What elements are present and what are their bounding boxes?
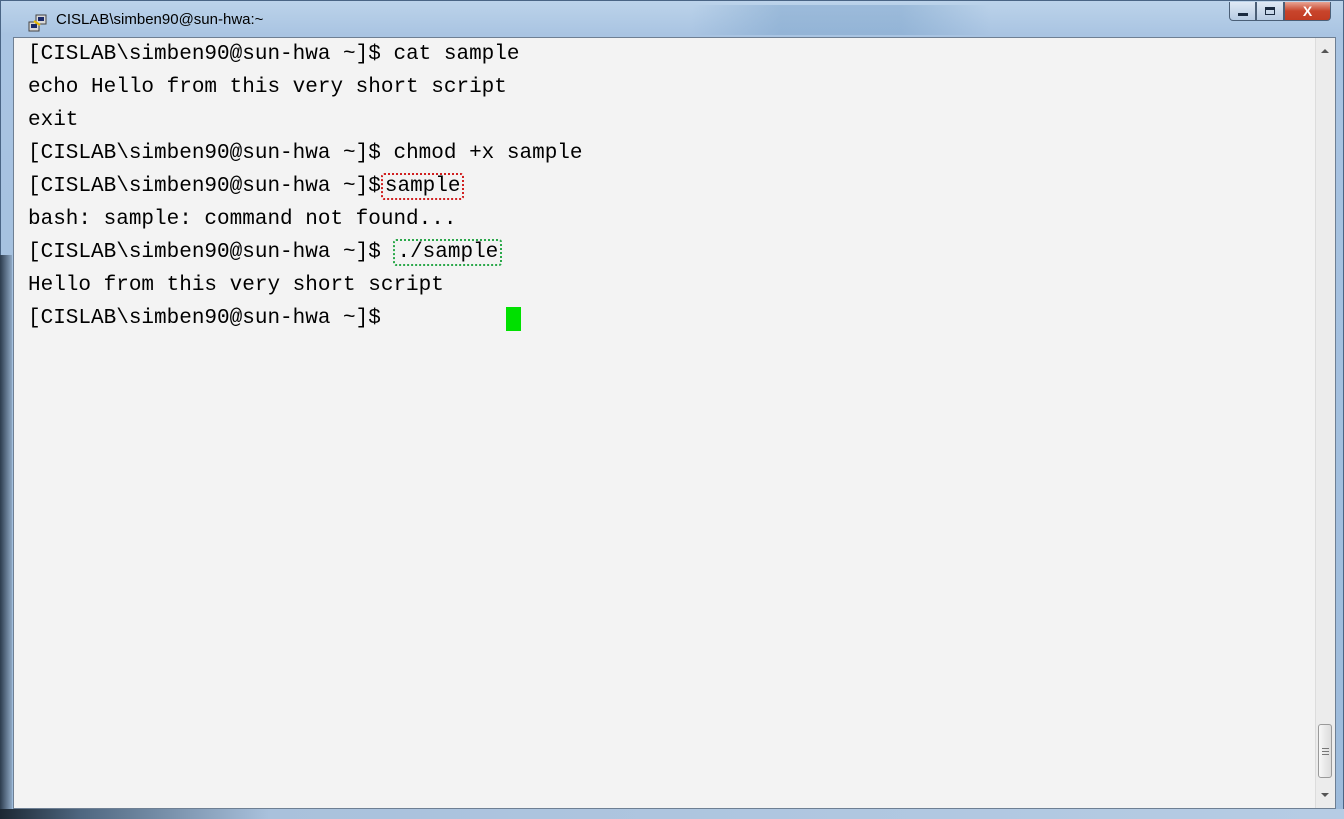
terminal-line: echo Hello from this very short script: [28, 72, 507, 104]
arrow-down-icon: [1321, 793, 1329, 797]
caption-buttons: X: [1229, 2, 1331, 22]
terminal-line: [CISLAB\simben90@sun-hwa ~]$ sample: [28, 171, 465, 203]
terminal-area[interactable]: [CISLAB\simben90@sun-hwa ~]$ cat sample …: [13, 37, 1336, 809]
highlighted-command-green: ./sample: [393, 239, 503, 266]
terminal-line: bash: sample: command not found...: [28, 204, 456, 236]
maximize-icon: [1265, 7, 1275, 15]
prompt: [CISLAB\simben90@sun-hwa ~]$: [28, 307, 394, 330]
title-bar[interactable]: CISLAB\simben90@sun-hwa:~ X: [1, 1, 1343, 37]
highlighted-command-red: sample: [380, 173, 465, 200]
output-text: Hello from this very short script: [28, 274, 444, 297]
putty-window: CISLAB\simben90@sun-hwa:~ X [CISLAB\simb…: [0, 0, 1344, 819]
command-text: chmod +x sample: [393, 142, 583, 165]
command-text: cat sample: [393, 43, 520, 66]
scroll-down-button[interactable]: [1319, 786, 1331, 804]
background-desktop-strip: [0, 255, 12, 819]
terminal-line: exit: [28, 105, 78, 137]
output-text: exit: [28, 109, 79, 132]
output-text: bash: sample: command not found...: [28, 208, 457, 231]
vertical-scrollbar[interactable]: [1315, 38, 1335, 808]
arrow-up-icon: [1321, 49, 1329, 53]
prompt: [CISLAB\simben90@sun-hwa ~]$: [28, 142, 394, 165]
close-button[interactable]: X: [1284, 2, 1331, 21]
minimize-button[interactable]: [1229, 2, 1256, 21]
terminal-line: [CISLAB\simben90@sun-hwa ~]$: [28, 303, 393, 335]
terminal-line: [CISLAB\simben90@sun-hwa ~]$ ./sample: [28, 237, 503, 269]
close-icon: X: [1302, 3, 1313, 19]
minimize-icon: [1237, 12, 1248, 16]
terminal-line: Hello from this very short script: [28, 270, 444, 302]
terminal-line: [CISLAB\simben90@sun-hwa ~]$ chmod +x sa…: [28, 138, 583, 170]
background-window-title: [691, 5, 991, 35]
prompt: [CISLAB\simben90@sun-hwa ~]$: [28, 241, 394, 264]
scroll-grip-icon: [1321, 747, 1329, 755]
output-text: echo Hello from this very short script: [28, 76, 507, 99]
putty-icon[interactable]: [28, 13, 48, 33]
terminal-cursor: [506, 307, 521, 331]
scroll-up-button[interactable]: [1319, 42, 1331, 60]
scroll-thumb[interactable]: [1318, 724, 1332, 778]
window-title: CISLAB\simben90@sun-hwa:~: [56, 11, 264, 28]
terminal-line: [CISLAB\simben90@sun-hwa ~]$ cat sample: [28, 39, 520, 71]
maximize-button[interactable]: [1256, 2, 1284, 21]
prompt: [CISLAB\simben90@sun-hwa ~]$: [28, 43, 394, 66]
background-taskbar-strip: [0, 809, 1344, 819]
prompt: [CISLAB\simben90@sun-hwa ~]$: [28, 175, 381, 198]
terminal-screen[interactable]: [CISLAB\simben90@sun-hwa ~]$ cat sample …: [26, 39, 1322, 807]
